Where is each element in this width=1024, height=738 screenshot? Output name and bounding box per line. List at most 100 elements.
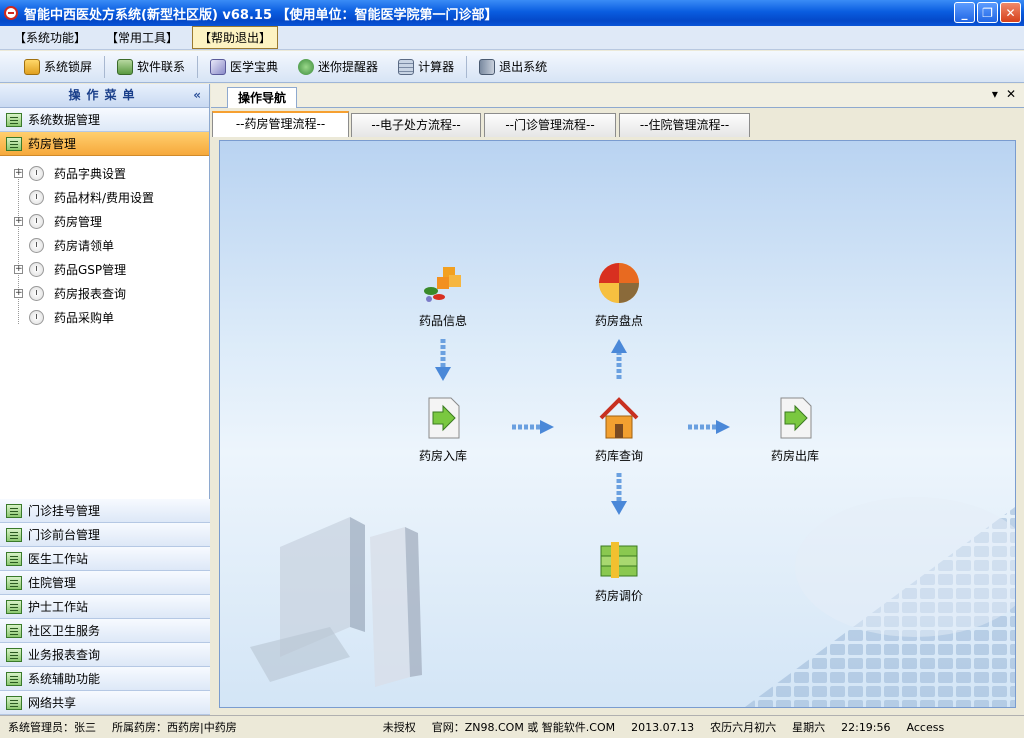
flow-node-drug-info[interactable]: 药品信息 (398, 261, 488, 329)
group-outpatient-registration[interactable]: 门诊挂号管理 (0, 499, 210, 523)
tree-item-label: 药房管理 (54, 214, 103, 229)
flow-label: 药房盘点 (594, 314, 643, 328)
arrow-up-icon (611, 339, 627, 381)
tree-item-gsp[interactable]: + 药品GSP管理 (0, 257, 209, 281)
menu-help-exit[interactable]: 【帮助退出】 (192, 26, 279, 49)
collapse-panel-icon[interactable]: « (193, 84, 201, 106)
expand-icon[interactable]: + (14, 168, 23, 178)
flow-label: 药房入库 (418, 449, 467, 463)
group-label: 社区卫生服务 (28, 624, 101, 638)
subtab-outpatient-flow[interactable]: --门诊管理流程-- (484, 113, 616, 137)
computer-illustration (250, 517, 422, 687)
expand-icon[interactable]: + (14, 288, 23, 298)
money-stack-icon (600, 542, 638, 578)
tree-item-purchase-order[interactable]: 药品采购单 (0, 305, 209, 329)
tree-item-pharmacy-management[interactable]: + 药房管理 (0, 209, 209, 233)
toolbar-separator (466, 55, 468, 78)
drug-info-icon (424, 267, 461, 302)
group-system-data[interactable]: 系统数据管理 (0, 108, 209, 132)
status-pharmacy: 所属药房：西药房|中药房 (112, 721, 237, 734)
subtab-eprescription-flow[interactable]: --电子处方流程-- (351, 113, 481, 137)
group-inpatient[interactable]: 住院管理 (0, 571, 210, 595)
operation-menu-header: 操作菜单 « (0, 84, 209, 108)
group-label: 系统数据管理 (28, 113, 101, 127)
clock-icon (29, 189, 44, 205)
subtab-inpatient-flow[interactable]: --住院管理流程-- (619, 113, 750, 137)
list-icon (6, 112, 22, 127)
inventory-check-icon (599, 263, 639, 303)
expand-icon[interactable]: + (14, 216, 23, 226)
mini-reminder-button[interactable]: 迷你提醒器 (288, 55, 388, 79)
software-contact-button[interactable]: 软件联系 (107, 55, 195, 79)
lock-screen-button[interactable]: 系统锁屏 (14, 55, 102, 79)
main-area: 操作导航 ▾ ✕ --药房管理流程-- --电子处方流程-- --门诊管理流程-… (211, 84, 1024, 715)
subtab-pharmacy-flow[interactable]: --药房管理流程-- (212, 111, 349, 137)
group-label: 药房管理 (28, 137, 77, 151)
exit-system-button[interactable]: 退出系统 (469, 55, 557, 79)
group-business-reports[interactable]: 业务报表查询 (0, 643, 210, 667)
tree-item-drug-dictionary[interactable]: + 药品字典设置 (0, 161, 209, 185)
flow-node-price-adjust[interactable]: 药房调价 (574, 536, 664, 604)
window-controls: _ ❐ ✕ (954, 2, 1021, 23)
group-label: 业务报表查询 (28, 648, 101, 662)
status-lunar-date: 农历六月初六 (710, 721, 777, 734)
flow-node-stock-out[interactable]: 药房出库 (750, 396, 840, 464)
tree-item-requisition[interactable]: 药房请领单 (0, 233, 209, 257)
flow-node-inventory-check[interactable]: 药房盘点 (574, 261, 664, 329)
medical-handbook-label: 医学宝典 (230, 60, 279, 74)
calculator-button[interactable]: 计算器 (388, 55, 464, 79)
group-label: 住院管理 (28, 576, 77, 590)
close-button[interactable]: ✕ (1000, 2, 1021, 23)
tree-item-drug-material-fee[interactable]: 药品材料/费用设置 (0, 185, 209, 209)
exit-system-label: 退出系统 (499, 60, 548, 74)
group-pharmacy-management[interactable]: 药房管理 (0, 132, 209, 156)
clock-icon (29, 213, 44, 229)
flow-label: 药房调价 (594, 589, 643, 603)
group-outpatient-front[interactable]: 门诊前台管理 (0, 523, 210, 547)
minimize-button[interactable]: _ (954, 2, 975, 23)
group-system-aux[interactable]: 系统辅助功能 (0, 667, 210, 691)
flow-node-stock-in[interactable]: 药房入库 (398, 396, 488, 464)
mini-reminder-label: 迷你提醒器 (318, 60, 379, 74)
list-icon (6, 527, 22, 542)
reminder-icon (298, 58, 315, 75)
list-icon (6, 599, 22, 614)
group-label: 系统辅助功能 (28, 672, 101, 686)
group-network-share[interactable]: 网络共享 (0, 691, 210, 715)
medical-handbook-button[interactable]: 医学宝典 (200, 55, 288, 79)
calculator-icon (398, 58, 415, 75)
toolbar-separator (197, 55, 199, 78)
list-icon (6, 503, 22, 518)
arrow-down-icon (611, 473, 627, 515)
status-date: 2013.07.13 (631, 720, 695, 734)
group-nurse-station[interactable]: 护士工作站 (0, 595, 210, 619)
flow-canvas: 药品信息 药房盘点 药房入库 药库查询 药房出库 药房调价 (219, 140, 1016, 708)
list-icon (6, 647, 22, 662)
arrow-right-icon (688, 420, 730, 434)
lock-icon (24, 58, 40, 75)
tab-operation-navigation[interactable]: 操作导航 (227, 87, 298, 108)
pharmacy-tree: + 药品字典设置 药品材料/费用设置 + 药房管理 药房请领单 + 药品GSP管… (0, 156, 209, 511)
group-community-health[interactable]: 社区卫生服务 (0, 619, 210, 643)
list-icon (6, 136, 22, 151)
operation-menu-panel: 操作菜单 « 系统数据管理 药房管理 + 药品字典设置 药品材料/费用设置 + … (0, 84, 210, 715)
expand-icon[interactable]: + (14, 264, 23, 274)
clock-icon (29, 309, 44, 325)
menu-system-functions[interactable]: 【系统功能】 (8, 27, 92, 48)
flow-label: 药品信息 (418, 314, 467, 328)
book-icon (210, 58, 227, 75)
toolbar: 系统锁屏 软件联系 医学宝典 迷你提醒器 计算器 退出系统 (0, 51, 1024, 83)
tab-close-icon[interactable]: ✕ (1006, 87, 1016, 101)
clock-icon (29, 261, 44, 277)
group-label: 门诊挂号管理 (28, 504, 101, 518)
status-time: 22:19:56 (841, 720, 891, 734)
tree-item-report-query[interactable]: + 药房报表查询 (0, 281, 209, 305)
tree-item-label: 药品字典设置 (54, 166, 127, 181)
tab-dropdown-icon[interactable]: ▾ (992, 87, 998, 101)
group-doctor-station[interactable]: 医生工作站 (0, 547, 210, 571)
restore-button[interactable]: ❐ (977, 2, 998, 23)
status-bar: 系统管理员：张三 所属药房：西药房|中药房 未授权 官网：ZN98.COM 或 … (0, 715, 1024, 738)
flow-node-stock-query[interactable]: 药库查询 (574, 396, 664, 464)
menu-common-tools[interactable]: 【常用工具】 (100, 27, 184, 48)
lock-screen-label: 系统锁屏 (44, 60, 93, 74)
